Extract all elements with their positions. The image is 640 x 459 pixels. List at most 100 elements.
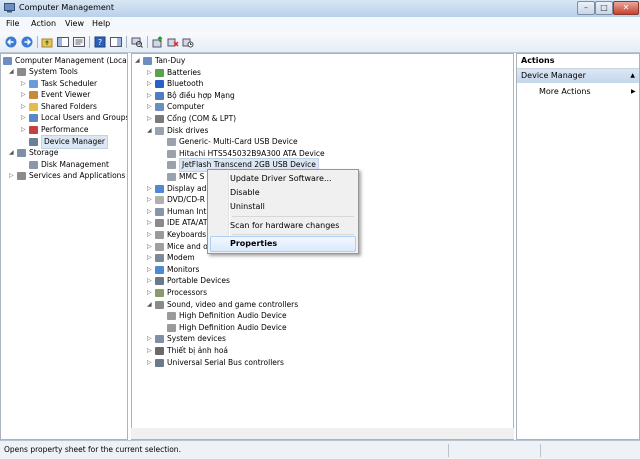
toolbar: ? — [0, 32, 640, 53]
network-adapter-icon — [155, 91, 164, 100]
console-tree[interactable]: Computer Management (Local ◢ System Tools… — [0, 53, 128, 440]
folder-icon — [29, 102, 38, 111]
forward-icon[interactable] — [20, 35, 34, 49]
expand-arrow-icon[interactable]: ▷ — [147, 287, 154, 299]
display-icon — [155, 184, 164, 193]
expand-arrow-icon[interactable]: ▷ — [21, 112, 28, 124]
expand-arrow-icon[interactable]: ▷ — [147, 78, 154, 90]
expand-arrow-icon[interactable]: ▷ — [147, 67, 154, 79]
properties-menu-item[interactable]: Properties — [230, 238, 277, 250]
console-tree-label: System Tools — [29, 67, 78, 76]
status-divider — [448, 444, 449, 457]
port-icon — [155, 114, 164, 123]
back-icon[interactable] — [4, 35, 18, 49]
toolbar-separator — [37, 36, 38, 48]
device-tree-label: Bộ điều hợp Mạng — [167, 90, 235, 100]
expand-arrow-icon[interactable]: ▷ — [147, 101, 154, 113]
show-action-pane-icon[interactable] — [109, 35, 123, 49]
disk-icon — [29, 160, 38, 169]
update-driver-menu-item[interactable]: Update Driver Software... — [230, 173, 332, 185]
scan-hardware-icon[interactable] — [130, 35, 144, 49]
expand-arrow-icon[interactable]: ▷ — [147, 345, 154, 357]
expand-arrow-icon[interactable]: ▷ — [21, 101, 28, 113]
expand-arrow-icon[interactable]: ▷ — [147, 183, 154, 195]
sound-icon — [155, 300, 164, 309]
status-divider — [540, 444, 541, 457]
console-tree-label: Storage — [29, 148, 59, 158]
menu-separator — [232, 234, 354, 235]
title-bar[interactable]: Computer Management – □ ✕ — [0, 0, 640, 18]
up-folder-icon[interactable] — [40, 35, 54, 49]
toolbar-separator — [89, 36, 90, 48]
console-tree-label: Task Scheduler — [41, 78, 98, 88]
disk-drive-icon — [167, 138, 176, 147]
uninstall-icon[interactable] — [166, 35, 180, 49]
device-tree-label: IDE ATA/AT — [167, 218, 208, 228]
device-tree-label: Monitors — [167, 264, 200, 274]
disable-menu-item[interactable]: Disable — [230, 187, 260, 199]
horizontal-scrollbar[interactable] — [131, 428, 514, 439]
menu-view[interactable]: View — [65, 19, 84, 28]
status-text: Opens property sheet for the current sel… — [4, 445, 181, 454]
help-icon[interactable]: ? — [93, 35, 107, 49]
expand-arrow-icon[interactable]: ▷ — [147, 264, 154, 276]
more-actions-link[interactable]: More Actions — [539, 86, 591, 98]
collapse-arrow-icon[interactable]: ◢ — [9, 66, 16, 78]
show-hide-tree-icon[interactable] — [56, 35, 70, 49]
uninstall-menu-item[interactable]: Uninstall — [230, 201, 265, 213]
submenu-arrow-icon: ▶ — [631, 88, 636, 95]
expand-arrow-icon[interactable]: ▷ — [9, 170, 16, 182]
disk-drive-icon — [167, 161, 176, 170]
monitor-icon — [155, 265, 164, 274]
maximize-button[interactable]: □ — [595, 1, 613, 15]
device-tree-label: System devices — [167, 334, 226, 344]
computer-management-icon — [3, 57, 12, 65]
users-icon — [29, 114, 38, 123]
disable-icon[interactable] — [181, 35, 195, 49]
device-tree-label: High Definition Audio Device — [179, 311, 287, 321]
expand-arrow-icon[interactable]: ▷ — [147, 275, 154, 287]
device-tree-label: Mice and o — [167, 241, 208, 251]
scan-hardware-menu-item[interactable]: Scan for hardware changes — [230, 220, 339, 232]
expand-arrow-icon[interactable]: ▷ — [21, 78, 28, 90]
keyboard-icon — [155, 230, 164, 239]
speaker-icon — [167, 323, 176, 332]
menu-help[interactable]: Help — [92, 19, 110, 28]
collapse-arrow-icon[interactable]: ◢ — [147, 299, 154, 311]
expand-arrow-icon[interactable]: ▷ — [147, 113, 154, 125]
expand-arrow-icon[interactable]: ▷ — [147, 90, 154, 102]
properties-icon[interactable] — [72, 35, 86, 49]
actions-section-device-manager[interactable]: Device Manager ▲ — [517, 69, 639, 83]
toolbar-separator — [147, 36, 148, 48]
bluetooth-icon — [155, 80, 164, 89]
expand-arrow-icon[interactable]: ▷ — [147, 194, 154, 206]
device-tree-label: Generic- Multi-Card USB Device — [179, 137, 298, 147]
actions-pane: Actions Device Manager ▲ More Actions ▶ — [516, 53, 640, 440]
expand-arrow-icon[interactable]: ▷ — [21, 124, 28, 136]
console-tree-label: Disk Management — [41, 159, 109, 169]
menu-file[interactable]: File — [6, 19, 19, 28]
expand-arrow-icon[interactable]: ▷ — [147, 241, 154, 253]
expand-arrow-icon[interactable]: ▷ — [147, 357, 154, 369]
expand-arrow-icon[interactable]: ▷ — [147, 333, 154, 345]
collapse-arrow-icon[interactable]: ◢ — [9, 147, 16, 159]
expand-arrow-icon[interactable]: ▷ — [147, 206, 154, 218]
device-tree-label: Universal Serial Bus controllers — [167, 357, 284, 367]
minimize-button[interactable]: – — [577, 1, 595, 15]
close-button[interactable]: ✕ — [613, 1, 639, 15]
expand-arrow-icon[interactable]: ▷ — [147, 252, 154, 264]
device-tree-label: Disk drives — [167, 125, 209, 135]
update-driver-icon[interactable] — [151, 35, 165, 49]
collapse-up-icon[interactable]: ▲ — [630, 69, 635, 83]
collapse-arrow-icon[interactable]: ◢ — [147, 125, 154, 137]
expand-arrow-icon[interactable]: ▷ — [21, 89, 28, 101]
collapse-arrow-icon[interactable]: ◢ — [135, 55, 142, 67]
close-icon: ✕ — [622, 3, 630, 12]
device-tree-label: MMC S — [179, 171, 205, 181]
context-menu: Update Driver Software... Disable Uninst… — [207, 169, 359, 254]
menu-action[interactable]: Action — [31, 19, 56, 28]
expand-arrow-icon[interactable]: ▷ — [147, 217, 154, 229]
portable-device-icon — [155, 277, 164, 286]
expand-arrow-icon[interactable]: ▷ — [147, 229, 154, 241]
disk-drive-icon — [167, 172, 176, 181]
